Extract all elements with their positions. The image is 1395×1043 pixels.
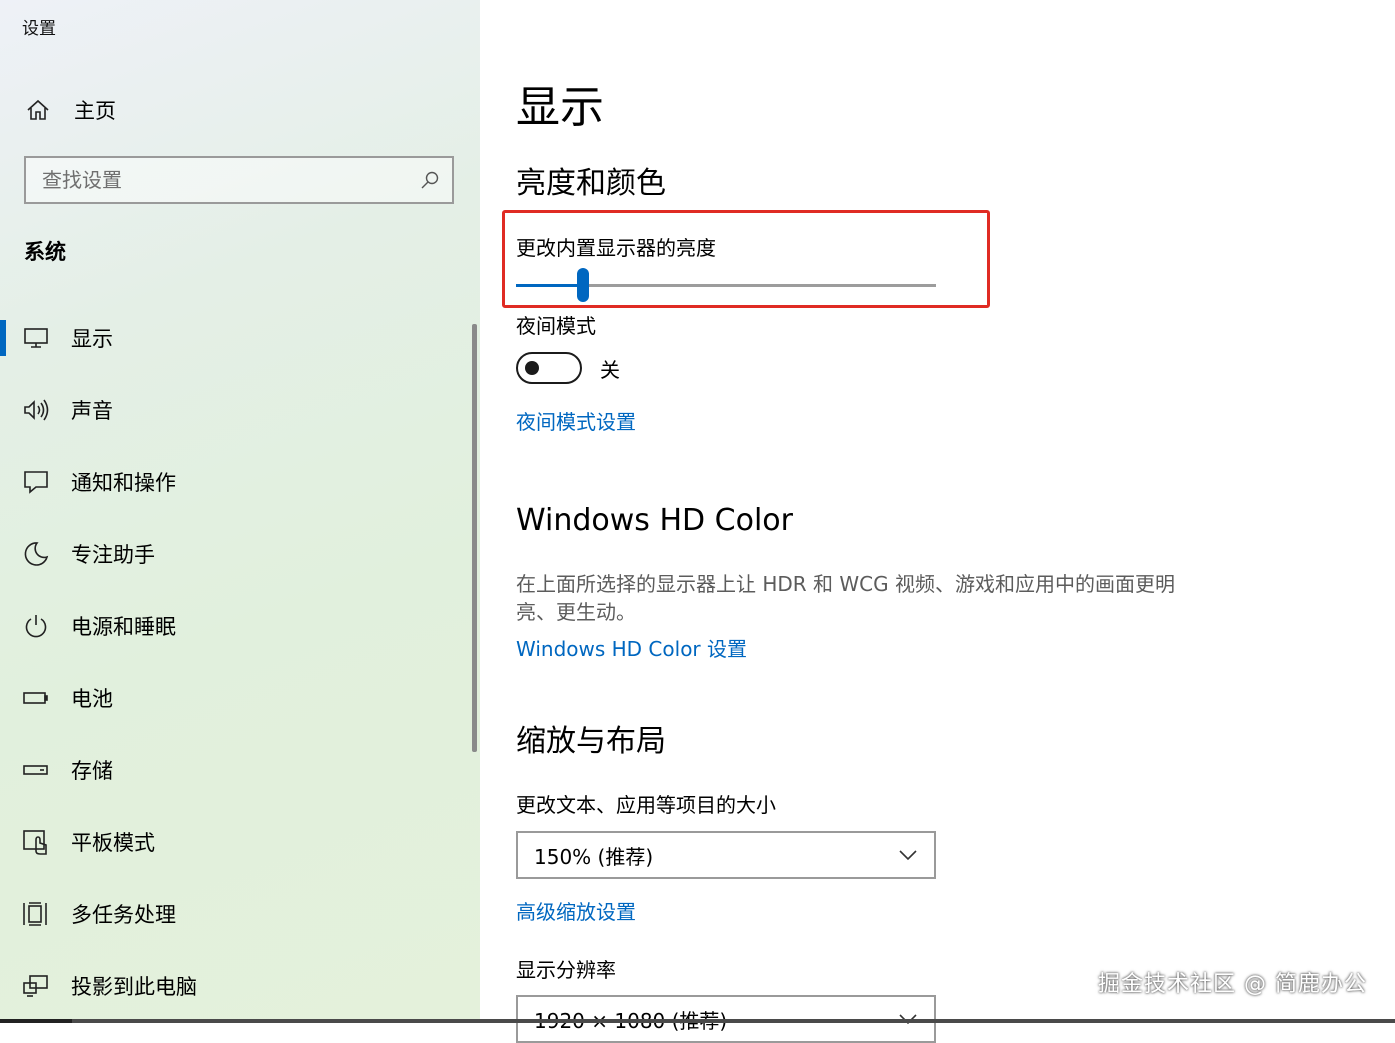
hd-color-description: 在上面所选择的显示器上让 HDR 和 WCG 视频、游戏和应用中的画面更明亮、更… xyxy=(516,572,1176,624)
home-button[interactable]: 主页 xyxy=(24,92,116,128)
sidebar-item-label: 声音 xyxy=(71,399,113,423)
main-content: 显示 亮度和颜色 更改内置显示器的亮度 夜间模式 关 夜间模式设置 Window… xyxy=(516,0,1376,1043)
search-icon[interactable] xyxy=(418,168,442,192)
scale-label: 更改文本、应用等项目的大小 xyxy=(516,793,776,817)
tablet-icon xyxy=(22,828,50,856)
sidebar-item-tablet-mode[interactable]: 平板模式 xyxy=(0,806,470,878)
sidebar-item-label: 电源和睡眠 xyxy=(71,615,176,639)
scale-dropdown[interactable]: 150% (推荐) xyxy=(516,831,936,879)
advanced-scaling-link[interactable]: 高级缩放设置 xyxy=(516,898,636,926)
sidebar-item-label: 投影到此电脑 xyxy=(71,975,197,999)
night-mode-label: 夜间模式 xyxy=(516,314,596,338)
multitask-icon xyxy=(22,900,50,928)
sidebar-item-power-sleep[interactable]: 电源和睡眠 xyxy=(0,590,470,662)
window-title: 设置 xyxy=(22,19,56,39)
annotation-highlight-box xyxy=(502,210,990,308)
sidebar-item-focus-assist[interactable]: 专注助手 xyxy=(0,518,470,590)
sidebar-nav: 显示 声音 通知和操作 专注助手 电源和睡眠 电池 存储 平板模式 多任务处理 … xyxy=(0,302,470,1022)
page-title: 显示 xyxy=(516,82,604,133)
power-icon xyxy=(22,612,50,640)
battery-icon xyxy=(22,684,50,712)
section-heading-system: 系统 xyxy=(24,240,66,264)
night-mode-settings-link[interactable]: 夜间模式设置 xyxy=(516,408,636,436)
sidebar-item-label: 存储 xyxy=(71,759,113,783)
message-icon xyxy=(22,468,50,496)
project-icon xyxy=(22,972,50,1000)
moon-icon xyxy=(22,540,50,568)
home-label: 主页 xyxy=(74,99,116,123)
sidebar-item-label: 显示 xyxy=(71,327,113,351)
toggle-knob xyxy=(525,361,539,375)
sidebar-item-label: 通知和操作 xyxy=(71,471,176,495)
home-icon xyxy=(24,96,52,124)
scale-layout-heading: 缩放与布局 xyxy=(516,724,666,759)
sidebar-item-label: 电池 xyxy=(71,687,113,711)
scale-value: 150% (推荐) xyxy=(534,844,654,869)
night-mode-toggle[interactable] xyxy=(516,352,582,384)
sidebar: 设置 主页 系统 显示 声音 xyxy=(0,0,480,1023)
chevron-down-icon xyxy=(896,843,920,867)
resolution-label: 显示分辨率 xyxy=(516,958,616,982)
storage-icon xyxy=(22,756,50,784)
night-mode-state: 关 xyxy=(600,358,620,382)
monitor-icon xyxy=(22,324,50,352)
brightness-heading: 亮度和颜色 xyxy=(516,166,666,201)
search-box[interactable] xyxy=(24,156,454,204)
sidebar-scrollbar[interactable] xyxy=(472,324,477,752)
sidebar-item-project-to-pc[interactable]: 投影到此电脑 xyxy=(0,950,470,1022)
sidebar-item-display[interactable]: 显示 xyxy=(0,302,470,374)
sidebar-item-sound[interactable]: 声音 xyxy=(0,374,470,446)
search-input[interactable] xyxy=(26,159,418,201)
sidebar-item-label: 专注助手 xyxy=(71,543,155,567)
sidebar-item-storage[interactable]: 存储 xyxy=(0,734,470,806)
sidebar-item-battery[interactable]: 电池 xyxy=(0,662,470,734)
speaker-icon xyxy=(22,396,50,424)
hd-color-settings-link[interactable]: Windows HD Color 设置 xyxy=(516,635,747,663)
watermark: 掘金技术社区 @ 简鹿办公 xyxy=(1098,972,1367,997)
sidebar-item-multitasking[interactable]: 多任务处理 xyxy=(0,878,470,950)
hd-color-heading: Windows HD Color xyxy=(516,503,793,538)
sidebar-item-label: 多任务处理 xyxy=(71,903,176,927)
bottom-edge xyxy=(0,1019,1395,1023)
sidebar-item-notifications[interactable]: 通知和操作 xyxy=(0,446,470,518)
sidebar-item-label: 平板模式 xyxy=(71,831,155,855)
